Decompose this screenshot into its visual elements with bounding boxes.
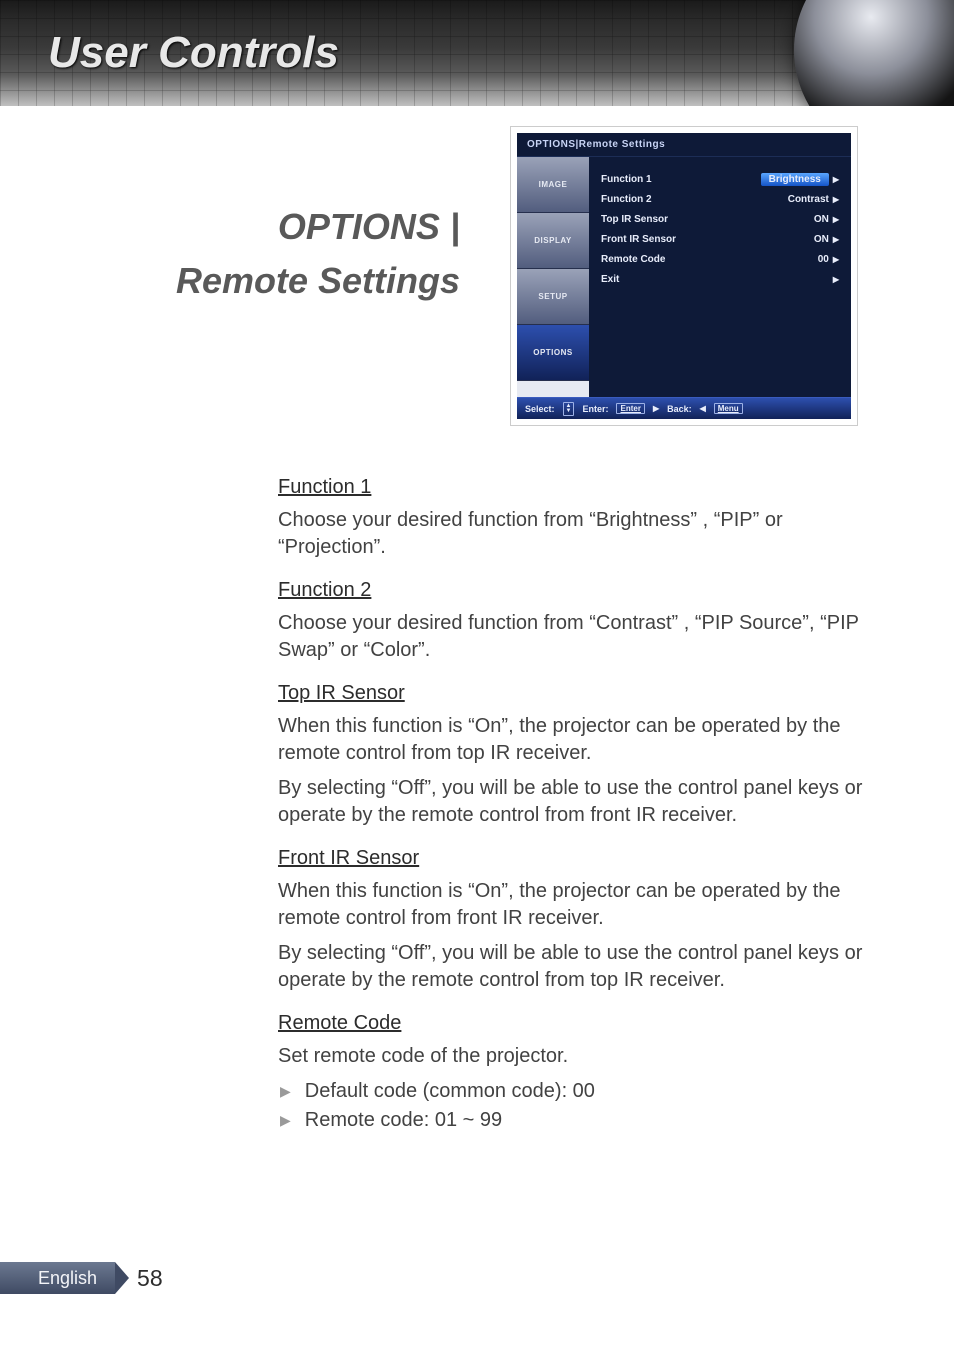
chevron-right-icon: ▶ [833,175,839,184]
footer-language: English [0,1262,115,1294]
chevron-right-icon: ▶ [833,255,839,264]
header-band: User Controls [0,0,954,106]
osd-breadcrumb: OPTIONS|Remote Settings [517,133,851,157]
list-item: ▶ Remote code: 01 ~ 99 [278,1107,878,1134]
osd-row-label: Function 2 [601,194,652,205]
section-title: OPTIONS | Remote Settings [60,206,460,302]
bullet-list: ▶ Default code (common code): 00 ▶ Remot… [278,1078,878,1134]
osd-row-value: Contrast [788,194,829,205]
para-front-ir-1: When this function is “On”, the projecto… [278,878,878,932]
osd-panel: OPTIONS|Remote Settings IMAGE DISPLAY SE… [517,133,851,419]
osd-body: IMAGE DISPLAY SETUP OPTIONS Function 1 B… [517,157,851,397]
para-top-ir-2: By selecting “Off”, you will be able to … [278,775,878,829]
bullet-icon: ▶ [280,1082,291,1101]
para-top-ir-1: When this function is “On”, the projecto… [278,713,878,767]
osd-menu: Function 1 Brightness ▶ Function 2 Contra… [589,157,851,397]
osd-footer-back-label: Back: [667,404,692,414]
osd-row-label: Exit [601,274,619,285]
footer-separator-icon [115,1262,129,1294]
osd-tab-display[interactable]: DISPLAY [517,213,589,269]
osd-row-label: Front IR Sensor [601,234,676,245]
menu-key-icon: Menu [714,403,743,414]
osd-row-exit[interactable]: Exit ▶ [601,269,839,289]
page-footer: English 58 [0,1262,163,1294]
chevron-left-icon: ◀ [700,404,706,413]
chevron-right-icon: ▶ [833,275,839,284]
osd-row-label: Top IR Sensor [601,214,668,225]
bullet-text: Remote code: 01 ~ 99 [305,1107,502,1134]
heading-function2: Function 2 [278,577,371,604]
footer-page-number: 58 [137,1265,163,1292]
updown-icon: ▲▼ [563,402,575,416]
para-function1: Choose your desired function from “Brigh… [278,507,878,561]
bullet-text: Default code (common code): 00 [305,1078,595,1105]
bullet-icon: ▶ [280,1111,291,1130]
osd-tab-options[interactable]: OPTIONS [517,325,589,381]
list-item: ▶ Default code (common code): 00 [278,1078,878,1105]
osd-row-function2[interactable]: Function 2 Contrast ▶ [601,189,839,209]
para-remote-code: Set remote code of the projector. [278,1043,878,1070]
osd-tab-image[interactable]: IMAGE [517,157,589,213]
osd-row-label: Function 1 [601,174,652,185]
osd-row-value: ON [814,234,829,245]
section-title-line1: OPTIONS | [60,206,460,248]
osd-footer-select-label: Select: [525,404,555,414]
osd-row-function1[interactable]: Function 1 Brightness ▶ [601,169,839,189]
osd-row-value: ON [814,214,829,225]
osd-screenshot: OPTIONS|Remote Settings IMAGE DISPLAY SE… [510,126,858,426]
osd-row-remote-code[interactable]: Remote Code 00 ▶ [601,249,839,269]
heading-front-ir: Front IR Sensor [278,845,419,872]
chevron-right-icon: ▶ [833,235,839,244]
chevron-right-icon: ▶ [833,195,839,204]
osd-row-top-ir[interactable]: Top IR Sensor ON ▶ [601,209,839,229]
osd-row-value: Brightness [761,173,829,186]
heading-remote-code: Remote Code [278,1010,401,1037]
osd-tab-setup[interactable]: SETUP [517,269,589,325]
enter-key-icon: Enter [616,403,644,414]
osd-row-front-ir[interactable]: Front IR Sensor ON ▶ [601,229,839,249]
osd-row-value: 00 [818,254,829,265]
body-text: Function 1 Choose your desired function … [278,466,878,1136]
heading-function1: Function 1 [278,474,371,501]
osd-footer-enter-label: Enter: [582,404,608,414]
page: User Controls OPTIONS | Remote Settings … [0,0,954,1354]
para-front-ir-2: By selecting “Off”, you will be able to … [278,940,878,994]
lens-decorative-icon [794,0,954,106]
heading-top-ir: Top IR Sensor [278,680,405,707]
chevron-right-icon: ▶ [653,404,659,413]
osd-footer: Select: ▲▼ Enter: Enter ▶ Back: ◀ Menu [517,397,851,419]
section-title-line2: Remote Settings [60,260,460,302]
header-title: User Controls [48,28,339,78]
chevron-right-icon: ▶ [833,215,839,224]
osd-row-label: Remote Code [601,254,665,265]
para-function2: Choose your desired function from “Contr… [278,610,878,664]
osd-tab-list: IMAGE DISPLAY SETUP OPTIONS [517,157,589,397]
